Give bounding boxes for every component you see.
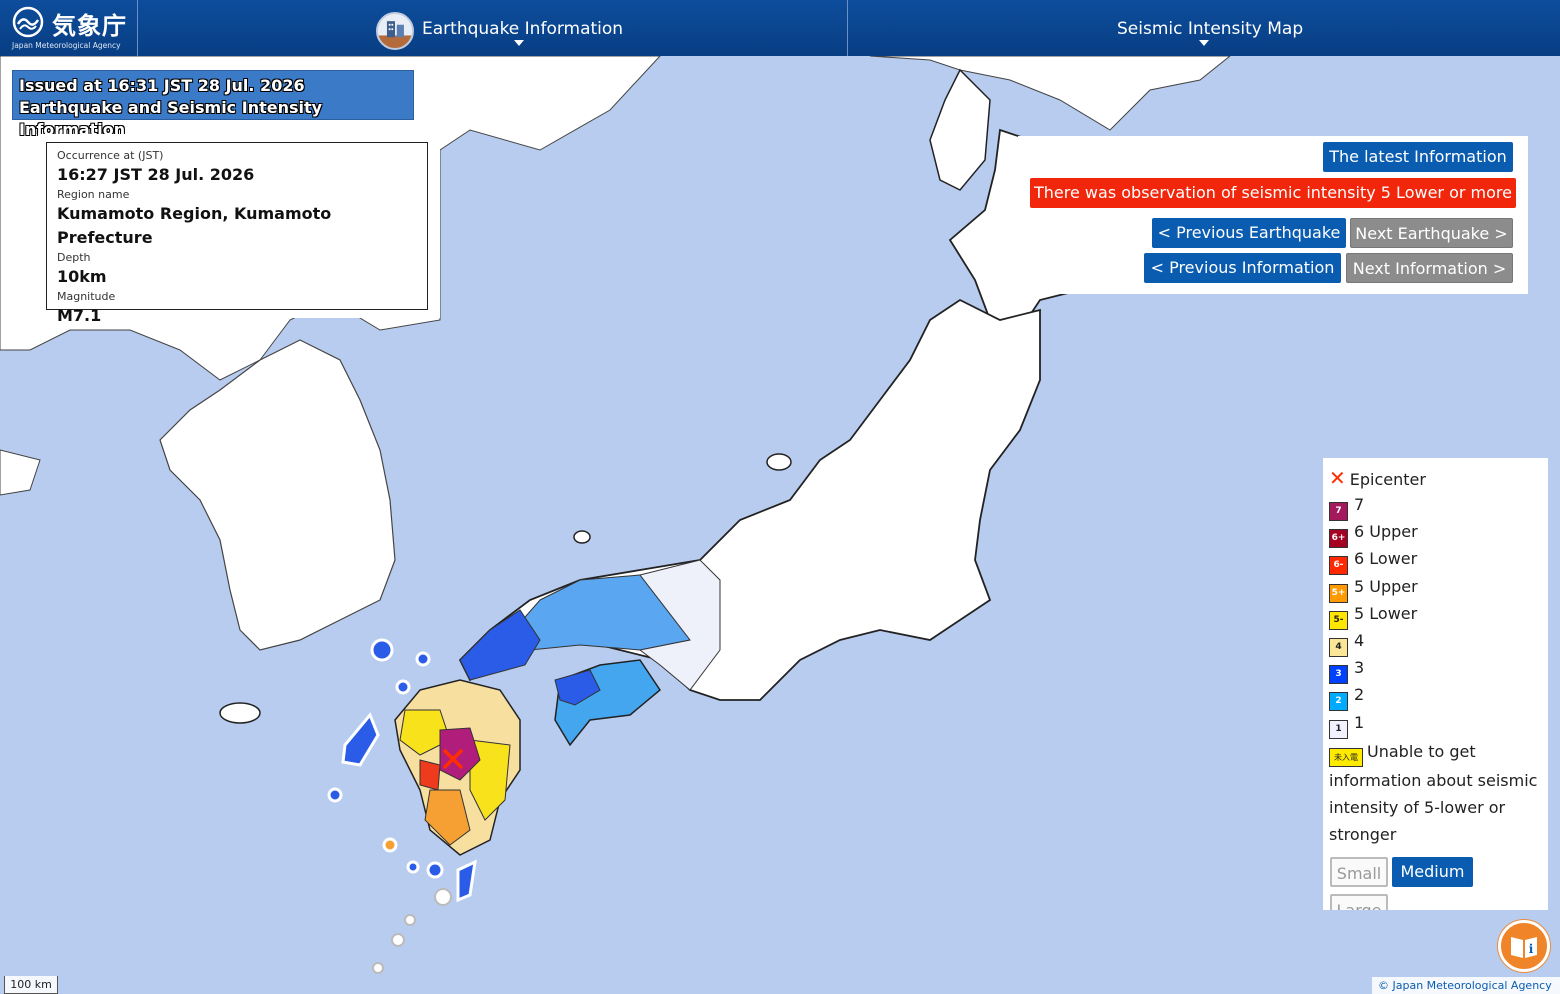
island-sw xyxy=(327,787,343,803)
tsushima xyxy=(370,638,394,662)
size-small-button[interactable]: Small xyxy=(1330,857,1388,887)
legend-swatch: 7 xyxy=(1329,502,1348,521)
previous-earthquake-button[interactable]: < Previous Earthquake xyxy=(1152,218,1346,248)
latest-information-button[interactable]: The latest Information xyxy=(1323,142,1513,172)
tab-seismic-intensity-map[interactable]: Seismic Intensity Map xyxy=(849,0,1560,56)
earthquake-info-box: Occurrence at (JST) 16:27 JST 28 Jul. 20… xyxy=(46,142,428,325)
logo-english: Japan Meteorological Agency xyxy=(12,41,121,50)
issued-banner: Issued at 16:31 JST 28 Jul. 2026 Earthqu… xyxy=(12,70,414,139)
legend-swatch: 1 xyxy=(1329,719,1348,739)
legend-epicenter-label: Epicenter xyxy=(1349,470,1426,489)
island-s3 xyxy=(391,933,405,947)
epicenter-x-icon: ✕ xyxy=(1329,466,1346,490)
legend-swatch: 4 xyxy=(1329,638,1348,657)
legend-epicenter: ✕ Epicenter xyxy=(1329,467,1426,489)
legend-row: 5+ 5 Upper xyxy=(1329,576,1418,603)
kyushu-intensity-6lower xyxy=(419,759,441,791)
region-label: Region name xyxy=(57,188,130,201)
legend-label: 6 Upper xyxy=(1354,522,1418,542)
island-kami xyxy=(382,837,398,853)
tab-earthquake-information[interactable]: Earthquake Information xyxy=(138,0,848,56)
earthquake-info-panel: Occurrence at (JST) 16:27 JST 28 Jul. 20… xyxy=(38,134,440,325)
map-credit[interactable]: © Japan Meteorological Agency xyxy=(1372,977,1560,994)
previous-information-button[interactable]: < Previous Information xyxy=(1144,253,1341,283)
intensity-alert-banner: There was observation of seismic intensi… xyxy=(1030,178,1516,208)
legend-label: 5 Upper xyxy=(1354,576,1418,596)
island-s5 xyxy=(404,914,416,926)
legend-swatch: 5+ xyxy=(1329,583,1348,603)
legend-row: 44 xyxy=(1329,630,1365,657)
legend-unknown-note: 未入電 Unable to get information about seism… xyxy=(1329,738,1539,848)
book-info-icon: i xyxy=(1511,937,1537,958)
legend-label: 5 Lower xyxy=(1354,603,1418,623)
occurrence-value: 16:27 JST 28 Jul. 2026 xyxy=(57,165,255,184)
legend-swatch: 6+ xyxy=(1329,529,1348,549)
svg-text:i: i xyxy=(1529,942,1534,956)
app-header: 気象庁 Japan Meteorological Agency Earthqua… xyxy=(0,0,1560,56)
legend-swatch: 5- xyxy=(1329,610,1348,630)
legend-swatch: 2 xyxy=(1329,692,1348,712)
depth-value: 10km xyxy=(57,267,107,286)
legend-row: 6+ 6 Upper xyxy=(1329,521,1418,549)
issued-time: Issued at 16:31 JST 28 Jul. 2026 xyxy=(19,76,305,95)
legend-unknown-badge: 未入電 xyxy=(1329,748,1363,767)
magnitude-value: M7.1 xyxy=(57,306,102,325)
legend-row: 5- 5 Lower xyxy=(1329,603,1418,630)
island-s1 xyxy=(406,860,420,874)
legend-row: 33 xyxy=(1329,657,1365,685)
legend-label: 1 xyxy=(1354,712,1365,732)
island-s2 xyxy=(434,888,452,906)
chevron-down-icon xyxy=(514,40,524,46)
legend-label: 2 xyxy=(1354,685,1365,705)
legend-row: 6- 6 Lower xyxy=(1329,548,1418,576)
island-s4 xyxy=(372,962,384,974)
legend-swatch: 6- xyxy=(1329,556,1348,576)
legend-swatch: 3 xyxy=(1329,665,1348,685)
oki xyxy=(573,530,591,544)
sado xyxy=(766,453,792,471)
legend-label: 7 xyxy=(1354,495,1365,514)
legend-label: 4 xyxy=(1354,631,1365,650)
size-medium-button[interactable]: Medium xyxy=(1392,857,1473,887)
jeju xyxy=(219,702,261,724)
jma-swirl-icon xyxy=(12,6,44,38)
map-scale: 100 km xyxy=(4,976,58,994)
depth-label: Depth xyxy=(57,251,91,264)
tab-map-label: Seismic Intensity Map xyxy=(1117,19,1304,39)
tab-earthquake-label: Earthquake Information xyxy=(422,19,624,39)
occurrence-label: Occurrence at (JST) xyxy=(57,149,164,162)
help-book-button[interactable]: i xyxy=(1498,920,1550,972)
next-information-button[interactable]: Next Information > xyxy=(1346,253,1513,283)
island-nw xyxy=(395,679,411,695)
legend-row: 11 xyxy=(1329,712,1365,739)
intensity-legend: ✕ Epicenter 7 7 6+ 6 Upper 6- 6 Lower 5+ 5 Upper… xyxy=(1323,458,1548,910)
logo-kanji: 気象庁 xyxy=(52,12,127,40)
jma-logo[interactable]: 気象庁 Japan Meteorological Agency xyxy=(0,0,138,56)
earthquake-building-icon xyxy=(376,12,414,50)
chevron-down-icon xyxy=(1199,40,1209,46)
yakushima xyxy=(426,861,444,879)
legend-row: 22 xyxy=(1329,684,1365,712)
next-earthquake-button[interactable]: Next Earthquake > xyxy=(1350,218,1513,248)
region-value: Kumamoto Region, Kumamoto Prefecture xyxy=(57,204,332,247)
legend-row: 77 xyxy=(1329,494,1365,521)
navigation-panel: The latest Information There was observa… xyxy=(1018,136,1528,294)
size-large-button[interactable]: Large xyxy=(1330,894,1388,910)
legend-label: 6 Lower xyxy=(1354,549,1418,569)
magnitude-label: Magnitude xyxy=(57,290,116,303)
iki xyxy=(415,651,431,667)
legend-label: 3 xyxy=(1354,658,1365,678)
